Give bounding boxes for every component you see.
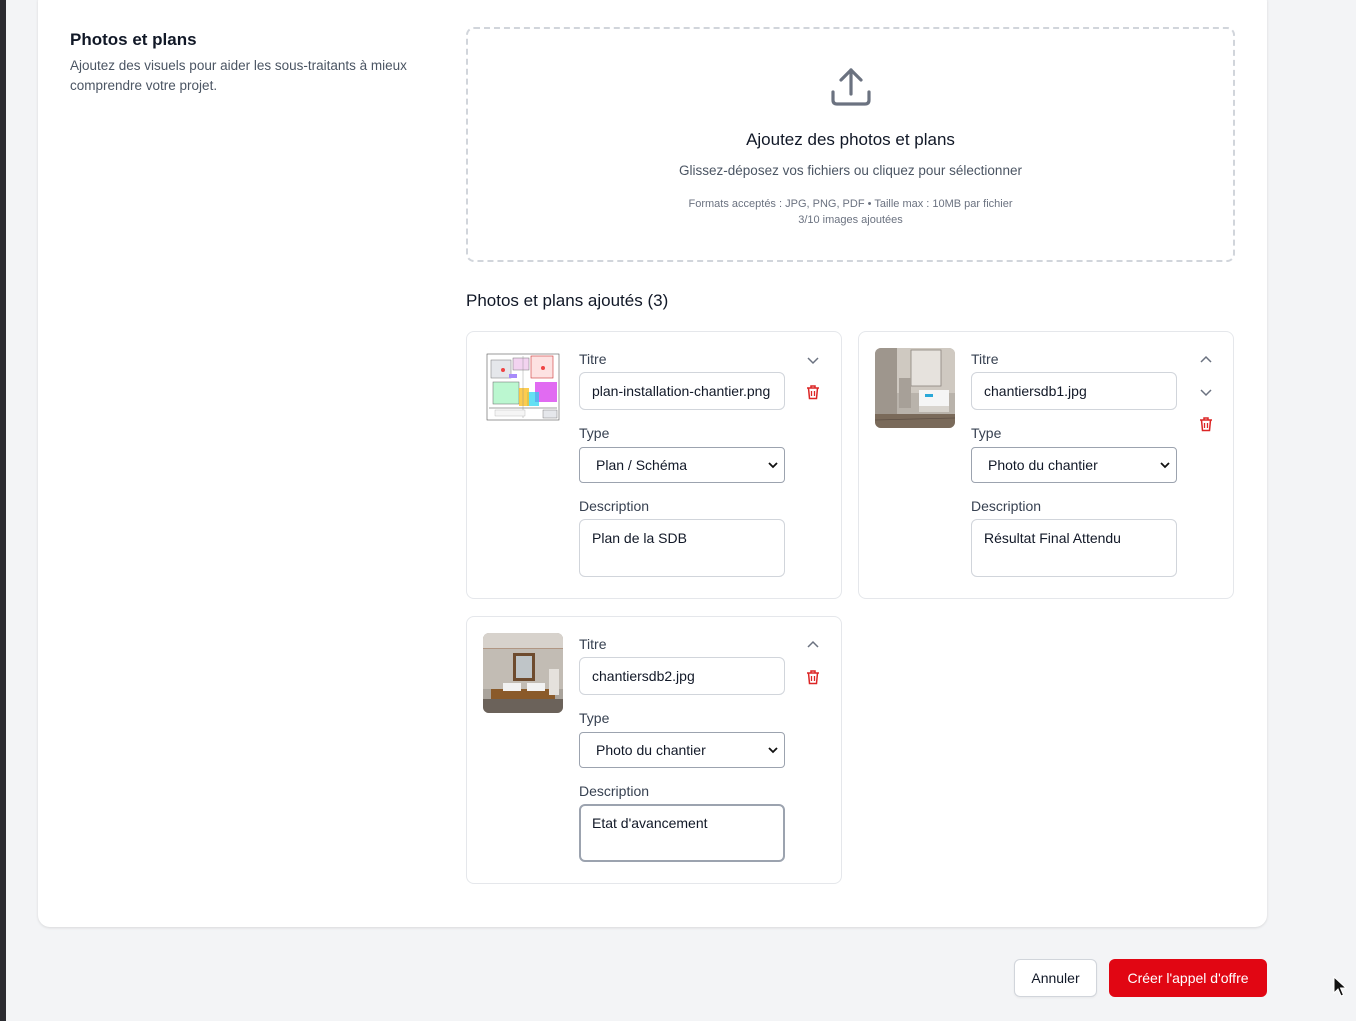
- dropzone-count: 3/10 images ajoutées: [798, 214, 903, 226]
- type-label: Type: [579, 425, 610, 441]
- delete-button[interactable]: [1196, 414, 1216, 434]
- bathroom-photo-thumbnail: [875, 348, 955, 428]
- collapse-toggle-button[interactable]: [803, 350, 823, 370]
- move-down-button[interactable]: [1196, 382, 1216, 402]
- type-label: Type: [971, 425, 1002, 441]
- trash-icon: [1200, 417, 1212, 432]
- file-item: Titre plan-installation-chantier.png Typ…: [466, 331, 842, 599]
- title-label: Titre: [971, 351, 999, 367]
- photos-section-card: Photos et plans Ajoutez des visuels pour…: [38, 0, 1267, 927]
- type-select[interactable]: Photo du chantier: [579, 732, 785, 768]
- chevron-up-icon: [807, 640, 819, 648]
- delete-button[interactable]: [803, 667, 823, 687]
- chevron-down-icon: [1160, 462, 1170, 469]
- upload-icon: [831, 68, 871, 106]
- cancel-button[interactable]: Annuler: [1014, 959, 1097, 997]
- chevron-down-icon: [768, 462, 778, 469]
- dropzone-formats: Formats acceptés : JPG, PNG, PDF • Taill…: [688, 198, 1013, 210]
- section-title: Photos et plans: [70, 30, 197, 49]
- type-select-value: Plan / Schéma: [596, 457, 688, 473]
- description-label: Description: [579, 783, 650, 799]
- type-select[interactable]: Plan / Schéma: [579, 447, 785, 483]
- section-description: Ajoutez des visuels pour aider les sous-…: [70, 58, 407, 93]
- description-label: Description: [579, 498, 650, 514]
- type-select[interactable]: Photo du chantier: [971, 447, 1177, 483]
- chevron-up-icon: [1200, 355, 1212, 363]
- chevron-down-icon: [807, 357, 819, 365]
- trash-icon: [807, 670, 819, 685]
- create-tender-button[interactable]: Créer l'appel d'offre: [1109, 959, 1267, 997]
- plan-thumbnail: [483, 348, 563, 428]
- title-input[interactable]: chantiersdb1.jpg: [971, 372, 1177, 410]
- title-input[interactable]: plan-installation-chantier.png: [579, 372, 785, 410]
- chevron-down-icon: [1200, 389, 1212, 397]
- upload-dropzone[interactable]: Ajoutez des photos et plans Glissez-dépo…: [466, 27, 1235, 262]
- type-select-value: Photo du chantier: [596, 742, 706, 758]
- title-input[interactable]: chantiersdb2.jpg: [579, 657, 785, 695]
- dropzone-title: Ajoutez des photos et plans: [746, 130, 955, 149]
- title-label: Titre: [579, 351, 607, 367]
- added-files-title: Photos et plans ajoutés (3): [466, 291, 669, 310]
- trash-icon: [807, 385, 819, 400]
- type-select-value: Photo du chantier: [988, 457, 1098, 473]
- delete-button[interactable]: [803, 382, 823, 402]
- description-textarea[interactable]: Plan de la SDB: [579, 519, 785, 577]
- dropzone-subtitle: Glissez-déposez vos fichiers ou cliquez …: [679, 163, 1022, 178]
- description-textarea[interactable]: Etat d'avancement: [579, 804, 785, 862]
- window-edge: [0, 0, 6, 1021]
- type-label: Type: [579, 710, 610, 726]
- mouse-cursor-icon: [1333, 976, 1347, 997]
- title-label: Titre: [579, 636, 607, 652]
- chevron-down-icon: [768, 747, 778, 754]
- bathroom-photo-thumbnail: [483, 633, 563, 713]
- move-up-button[interactable]: [803, 635, 823, 655]
- description-textarea[interactable]: Résultat Final Attendu: [971, 519, 1177, 577]
- file-item: Titre chantiersdb1.jpg Type Photo du cha…: [858, 331, 1234, 599]
- description-label: Description: [971, 498, 1042, 514]
- move-up-button[interactable]: [1196, 350, 1216, 370]
- file-item: Titre chantiersdb2.jpg Type Photo du cha…: [466, 616, 842, 884]
